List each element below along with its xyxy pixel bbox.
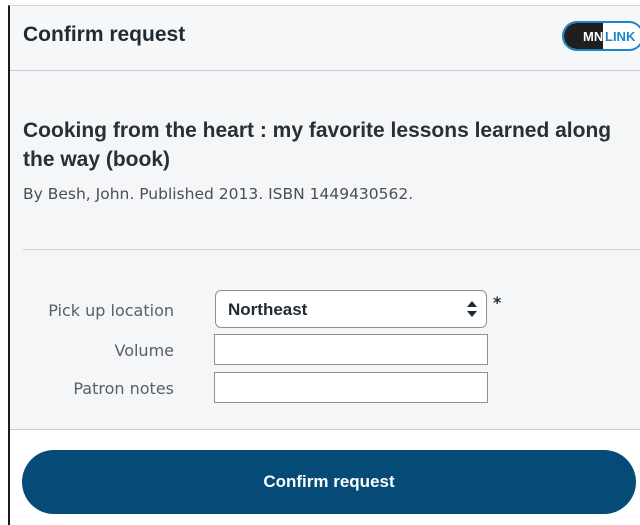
book-meta: By Besh, John. Published 2013. ISBN 1449…	[23, 185, 414, 203]
book-title: Cooking from the heart : my favorite les…	[23, 119, 612, 171]
pickup-location-value: Northeast	[228, 300, 308, 319]
request-content: Cooking from the heart : my favorite les…	[10, 71, 640, 429]
logo-mn-text: MN	[583, 29, 603, 44]
required-marker: *	[493, 293, 502, 312]
divider	[23, 249, 640, 250]
patron-notes-label: Patron notes	[73, 379, 174, 398]
dialog-title: Confirm request	[23, 23, 186, 46]
dialog-header: Confirm request MN LINK	[10, 6, 640, 71]
mnlink-logo: MN LINK	[562, 21, 640, 51]
volume-input[interactable]	[214, 334, 488, 365]
pickup-location-select[interactable]: Northeast	[215, 290, 487, 328]
logo-link-text: LINK	[605, 29, 636, 44]
confirm-request-button[interactable]: Confirm request	[22, 450, 636, 514]
pickup-location-label: Pick up location	[48, 301, 174, 320]
patron-notes-input[interactable]	[214, 372, 488, 403]
select-arrows-icon	[467, 301, 477, 317]
dialog-footer: Confirm request	[10, 429, 640, 521]
volume-label: Volume	[114, 341, 174, 360]
